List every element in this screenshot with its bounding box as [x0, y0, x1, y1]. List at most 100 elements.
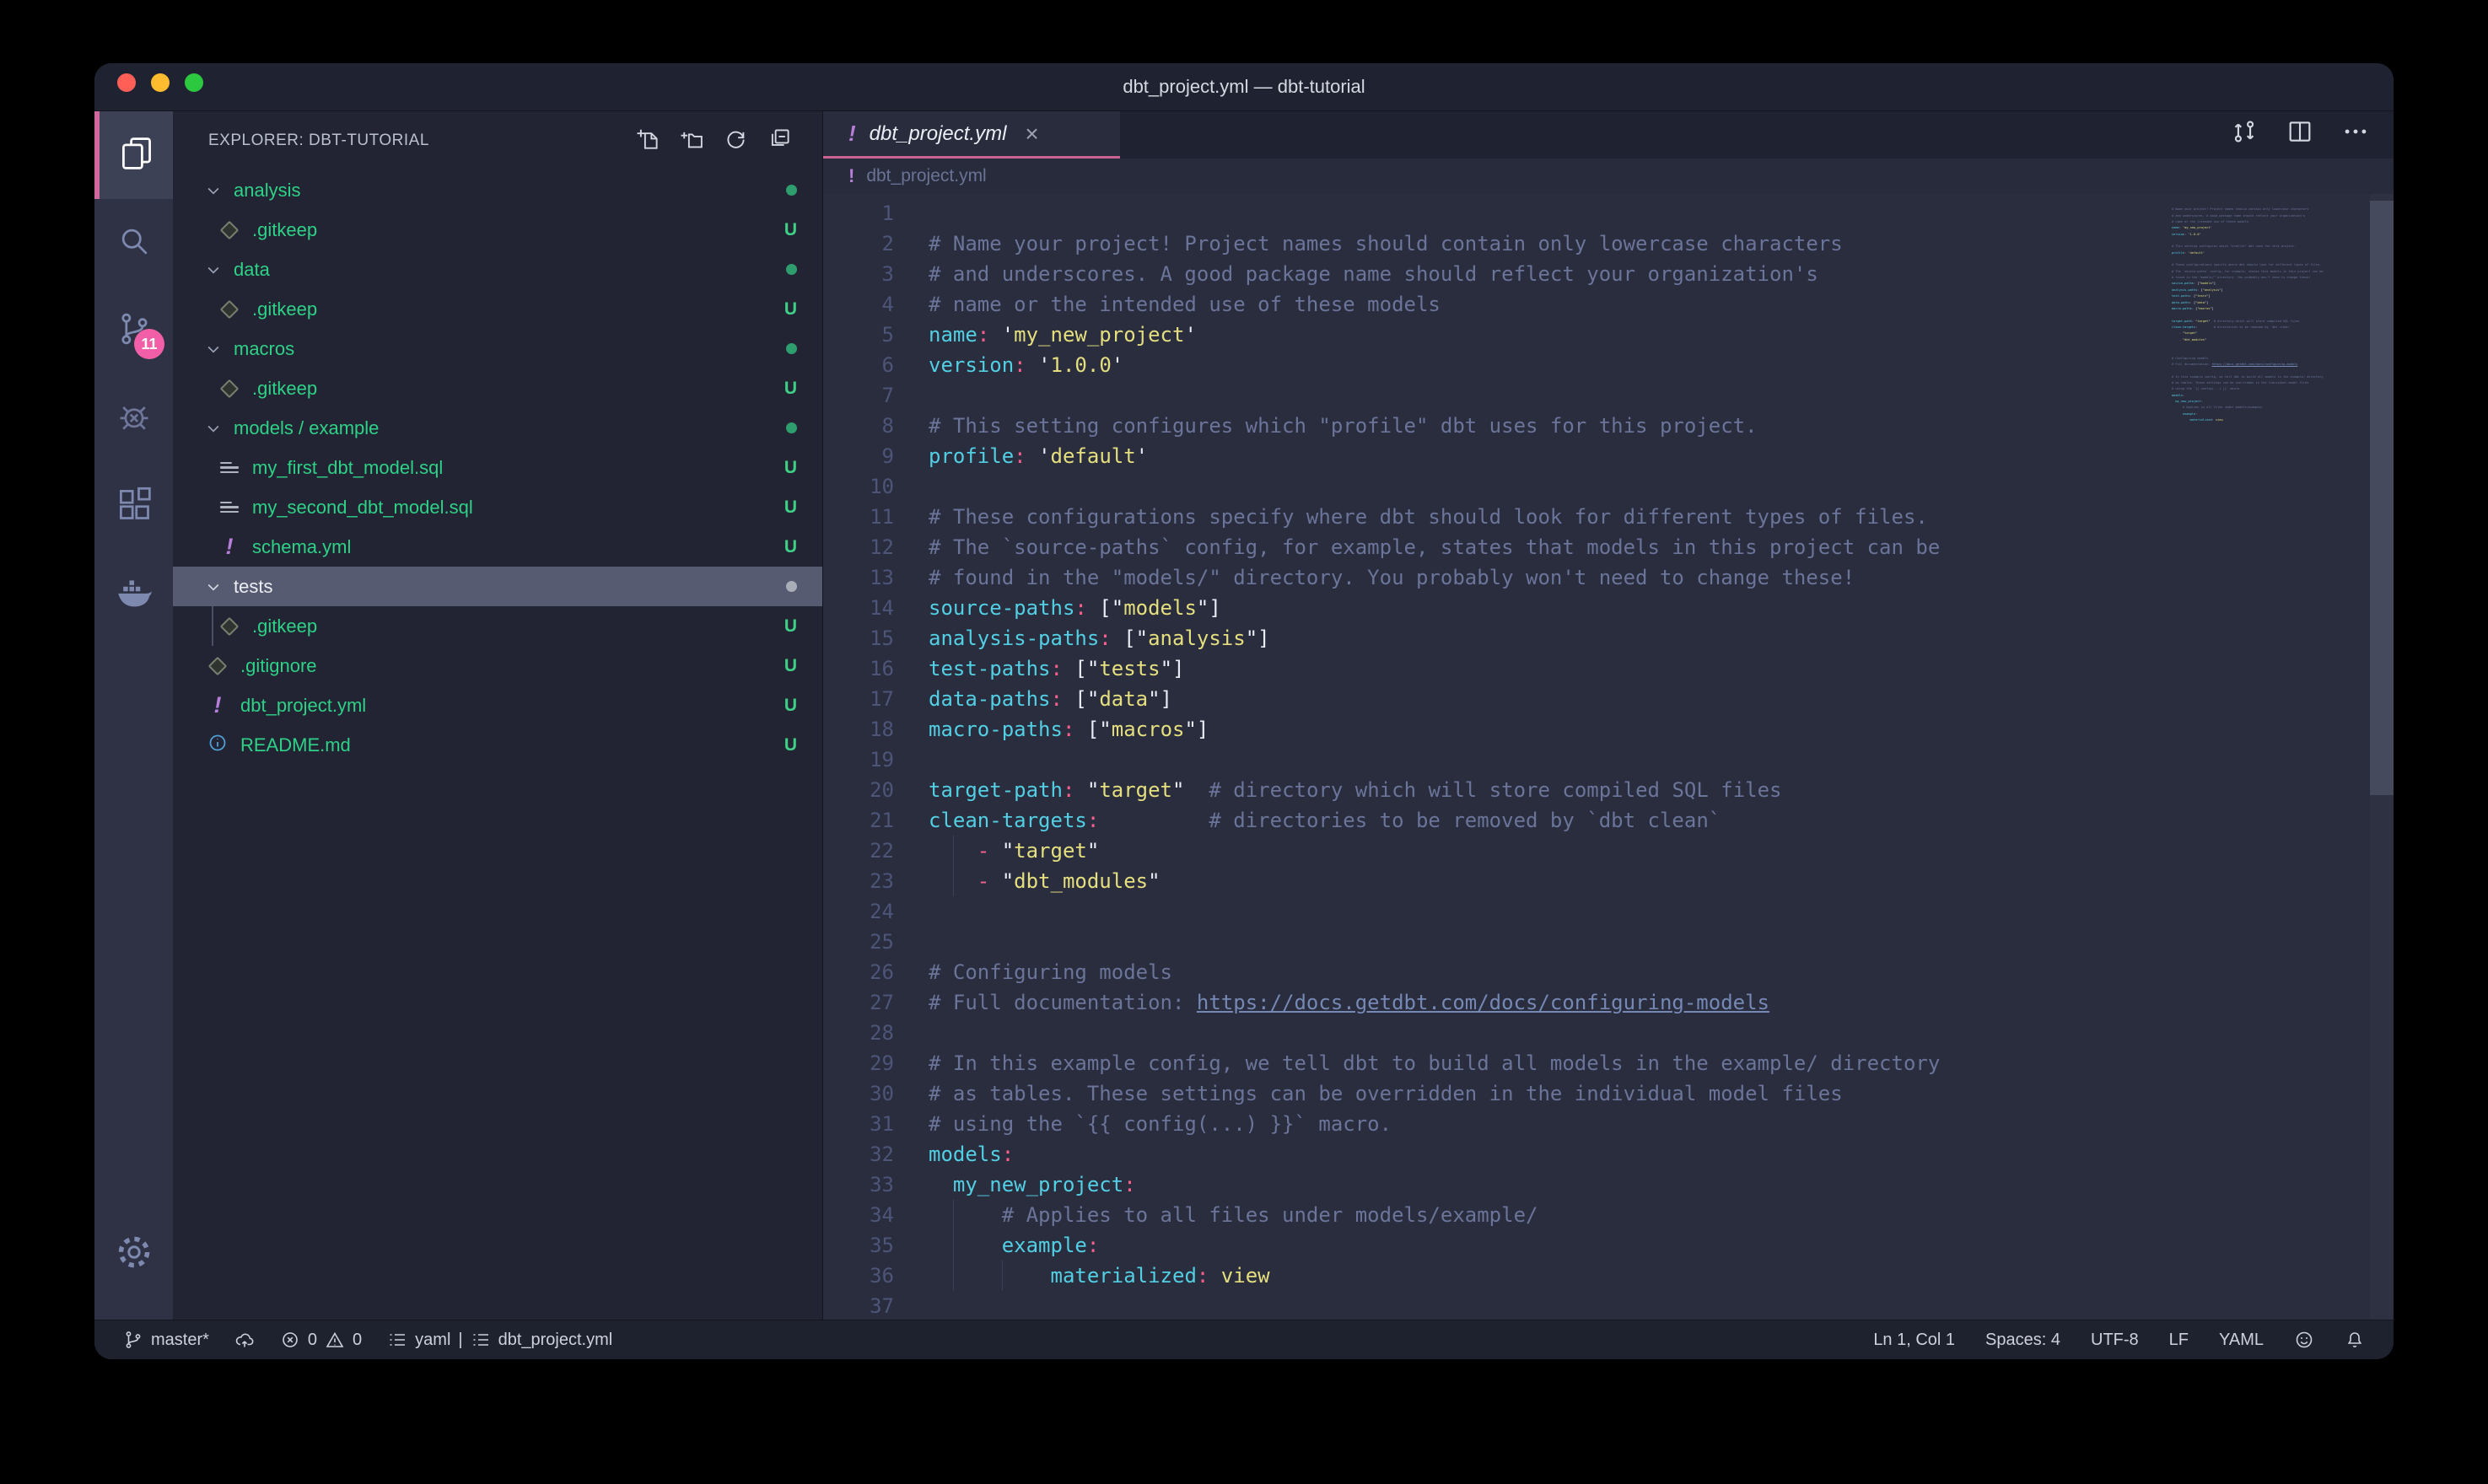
chevron-down-icon — [205, 261, 222, 278]
minimap-line: # Applies to all files under models/exam… — [2172, 405, 2370, 411]
line-number: 2 — [823, 229, 894, 259]
code-line[interactable]: 7 — [823, 380, 2166, 411]
code-line[interactable]: 21clean-targets: # directories to be rem… — [823, 805, 2166, 836]
code-line[interactable]: 4# name or the intended use of these mod… — [823, 289, 2166, 320]
breadcrumb[interactable]: ! dbt_project.yml — [823, 159, 2394, 194]
encoding-setting[interactable]: UTF-8 — [2091, 1331, 2139, 1350]
tree-item-models-example[interactable]: models / example — [173, 408, 822, 448]
line-number: 33 — [823, 1169, 894, 1200]
breadcrumb-file[interactable]: dbt_project.yml — [866, 166, 986, 186]
code-line[interactable]: 2# Name your project! Project names shou… — [823, 229, 2166, 259]
activity-extensions[interactable] — [94, 462, 173, 550]
tree-item-readme-md[interactable]: README.mdU — [173, 725, 822, 765]
line-number: 22 — [823, 836, 894, 866]
new-file-icon[interactable] — [635, 126, 660, 156]
code-line[interactable]: 9profile: 'default' — [823, 441, 2166, 471]
code-line[interactable]: 29# In this example config, we tell dbt … — [823, 1048, 2166, 1078]
line-number: 30 — [823, 1078, 894, 1109]
more-actions-icon[interactable] — [2341, 117, 2370, 150]
activity-docker[interactable] — [94, 550, 173, 637]
refresh-icon[interactable] — [723, 126, 748, 156]
zoom-window-button[interactable] — [185, 73, 203, 92]
code-line[interactable]: 6version: '1.0.0' — [823, 350, 2166, 380]
tree-item-data[interactable]: data — [173, 250, 822, 289]
tree-item-my-second-dbt-model-sql[interactable]: my_second_dbt_model.sqlU — [173, 487, 822, 527]
code-line[interactable]: 16test-paths: ["tests"] — [823, 653, 2166, 684]
activity-source-control[interactable]: 11 — [94, 287, 173, 374]
code-line[interactable]: 5name: 'my_new_project' — [823, 320, 2166, 350]
tab-dbt-project-yml[interactable]: ! dbt_project.yml × — [823, 111, 1120, 159]
code-line[interactable]: 28 — [823, 1018, 2166, 1048]
code-line[interactable]: 22 - "target" — [823, 836, 2166, 866]
git-status-badge — [786, 264, 797, 275]
collapse-all-icon[interactable] — [767, 126, 792, 156]
tree-item-tests[interactable]: tests — [173, 567, 822, 606]
tree-item-analysis[interactable]: analysis — [173, 170, 822, 210]
tree-item-my-first-dbt-model-sql[interactable]: my_first_dbt_model.sqlU — [173, 448, 822, 487]
tree-item-dbt-project-yml[interactable]: !dbt_project.ymlU — [173, 686, 822, 725]
minimap-line: # The `source-paths` config, for example… — [2172, 269, 2370, 275]
code-line[interactable]: 33 my_new_project: — [823, 1169, 2166, 1200]
notifications-bell-icon[interactable] — [2345, 1330, 2365, 1350]
lint-lang: yaml — [415, 1331, 450, 1350]
code-line[interactable]: 32models: — [823, 1139, 2166, 1169]
minimize-window-button[interactable] — [151, 73, 170, 92]
code-editor[interactable]: 12# Name your project! Project names sho… — [823, 194, 2394, 1320]
tree-item-gitkeep[interactable]: .gitkeepU — [173, 289, 822, 329]
close-window-button[interactable] — [117, 73, 136, 92]
activity-explorer[interactable] — [94, 111, 173, 199]
code-line[interactable]: 19 — [823, 745, 2166, 775]
code-line[interactable]: 1 — [823, 198, 2166, 229]
code-line[interactable]: 37 — [823, 1291, 2166, 1321]
language-mode[interactable]: YAML — [2219, 1331, 2264, 1350]
activity-debug[interactable] — [94, 374, 173, 462]
tree-item-label: schema.yml — [252, 536, 351, 558]
yaml-lint-status[interactable]: yaml | dbt_project.yml — [387, 1330, 612, 1350]
new-folder-icon[interactable] — [679, 126, 704, 156]
tab-close-icon[interactable]: × — [1025, 122, 1038, 146]
split-editor-icon[interactable] — [2286, 117, 2314, 150]
code-lines[interactable]: 12# Name your project! Project names sho… — [823, 198, 2166, 1321]
code-line[interactable]: 3# and underscores. A good package name … — [823, 259, 2166, 289]
tree-item-gitignore[interactable]: .gitignoreU — [173, 646, 822, 686]
code-line[interactable]: 36 materialized: view — [823, 1261, 2166, 1291]
tree-item-schema-yml[interactable]: !schema.ymlU — [173, 527, 822, 567]
minimap-line: # name or the intended use of these mode… — [2172, 219, 2370, 225]
code-line[interactable]: 13# found in the "models/" directory. Yo… — [823, 562, 2166, 593]
code-line[interactable]: 18macro-paths: ["macros"] — [823, 714, 2166, 745]
code-line[interactable]: 8# This setting configures which "profil… — [823, 411, 2166, 441]
feedback-smiley-icon[interactable] — [2294, 1330, 2314, 1350]
settings-button[interactable] — [94, 1210, 173, 1298]
publish-status[interactable] — [234, 1330, 255, 1350]
activity-search[interactable] — [94, 199, 173, 287]
tree-item-gitkeep[interactable]: .gitkeepU — [173, 210, 822, 250]
minimap[interactable]: # Name your project! Project names shoul… — [2154, 194, 2370, 1320]
code-line[interactable]: 26# Configuring models — [823, 957, 2166, 987]
code-line[interactable]: 10 — [823, 471, 2166, 502]
code-line[interactable]: 12# The `source-paths` config, for examp… — [823, 532, 2166, 562]
code-line[interactable]: 17data-paths: ["data"] — [823, 684, 2166, 714]
eol-setting[interactable]: LF — [2169, 1331, 2189, 1350]
git-branch-status[interactable]: master* — [123, 1330, 209, 1350]
indentation-setting[interactable]: Spaces: 4 — [1985, 1331, 2060, 1350]
tree-item-gitkeep[interactable]: .gitkeepU — [173, 606, 822, 646]
open-changes-icon[interactable] — [2230, 117, 2259, 150]
code-line[interactable]: 35 example: — [823, 1230, 2166, 1261]
tree-item-label: README.md — [240, 734, 351, 756]
code-line[interactable]: 31# using the `{{ config(...) }}` macro. — [823, 1109, 2166, 1139]
code-line[interactable]: 24 — [823, 896, 2166, 927]
code-line[interactable]: 20target-path: "target" # directory whic… — [823, 775, 2166, 805]
code-line[interactable]: 14source-paths: ["models"] — [823, 593, 2166, 623]
code-line[interactable]: 27# Full documentation: https://docs.get… — [823, 987, 2166, 1018]
code-line[interactable]: 30# as tables. These settings can be ove… — [823, 1078, 2166, 1109]
cursor-position[interactable]: Ln 1, Col 1 — [1873, 1331, 1955, 1350]
scrollbar-thumb[interactable] — [2370, 201, 2394, 795]
problems-status[interactable]: 0 0 — [280, 1330, 362, 1350]
tree-item-gitkeep[interactable]: .gitkeepU — [173, 368, 822, 408]
code-line[interactable]: 23 - "dbt_modules" — [823, 866, 2166, 896]
code-line[interactable]: 34 # Applies to all files under models/e… — [823, 1200, 2166, 1230]
tree-item-macros[interactable]: macros — [173, 329, 822, 368]
code-line[interactable]: 25 — [823, 927, 2166, 957]
code-line[interactable]: 11# These configurations specify where d… — [823, 502, 2166, 532]
code-line[interactable]: 15analysis-paths: ["analysis"] — [823, 623, 2166, 653]
